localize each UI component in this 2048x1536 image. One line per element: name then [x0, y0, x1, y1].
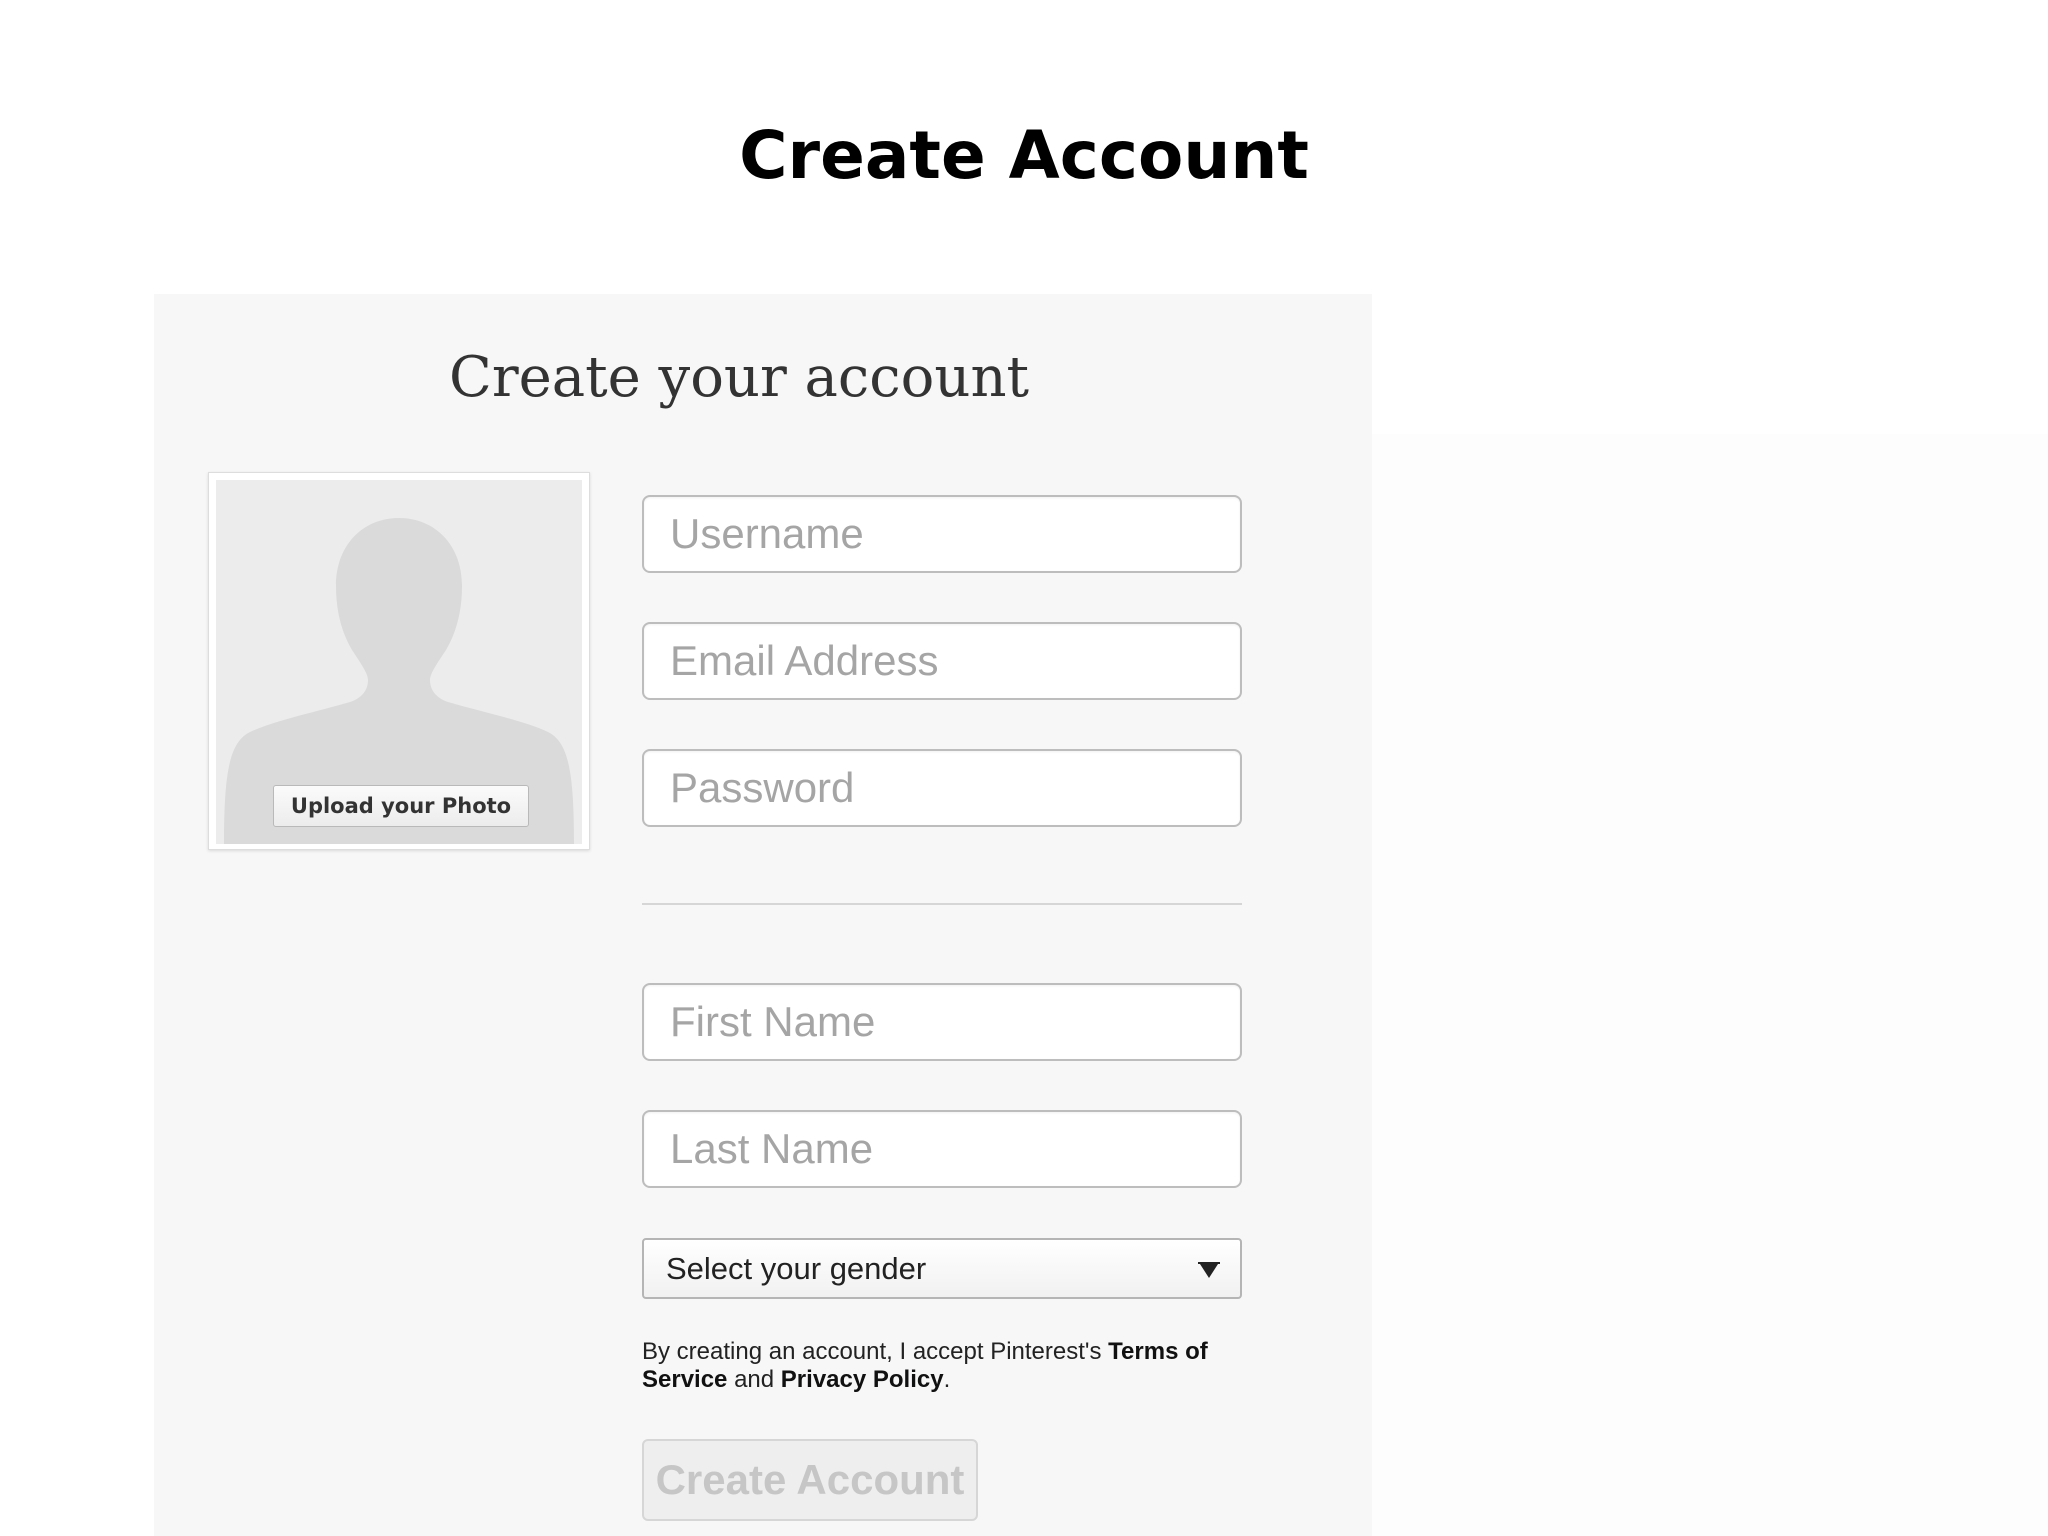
email-input[interactable]	[642, 622, 1242, 700]
last-name-input[interactable]	[642, 1110, 1242, 1188]
upload-photo-button[interactable]: Upload your Photo	[273, 785, 529, 827]
gender-select[interactable]: Select your gender	[642, 1238, 1242, 1299]
password-input[interactable]	[642, 749, 1242, 827]
terms-suffix: .	[943, 1366, 951, 1393]
slide-title: Create Account	[739, 117, 1309, 194]
form-divider	[642, 903, 1242, 905]
terms-joiner: and	[727, 1366, 781, 1393]
signup-panel: Create your account Upload your Photo Se…	[154, 294, 1372, 1536]
terms-prefix: By creating an account, I accept Pintere…	[642, 1338, 1109, 1365]
form-heading: Create your account	[448, 345, 1030, 410]
profile-photo-placeholder: Upload your Photo	[216, 480, 582, 844]
privacy-policy-link[interactable]: Privacy Policy	[781, 1366, 944, 1393]
gender-select-value: Select your gender	[666, 1251, 927, 1286]
dropdown-arrow-icon	[1200, 1264, 1218, 1278]
profile-photo-frame: Upload your Photo	[208, 472, 590, 850]
terms-notice: By creating an account, I accept Pintere…	[642, 1338, 1252, 1394]
username-input[interactable]	[642, 495, 1242, 573]
background-tint	[1372, 434, 2048, 1536]
first-name-input[interactable]	[642, 983, 1242, 1061]
create-account-button[interactable]: Create Account	[642, 1439, 978, 1521]
